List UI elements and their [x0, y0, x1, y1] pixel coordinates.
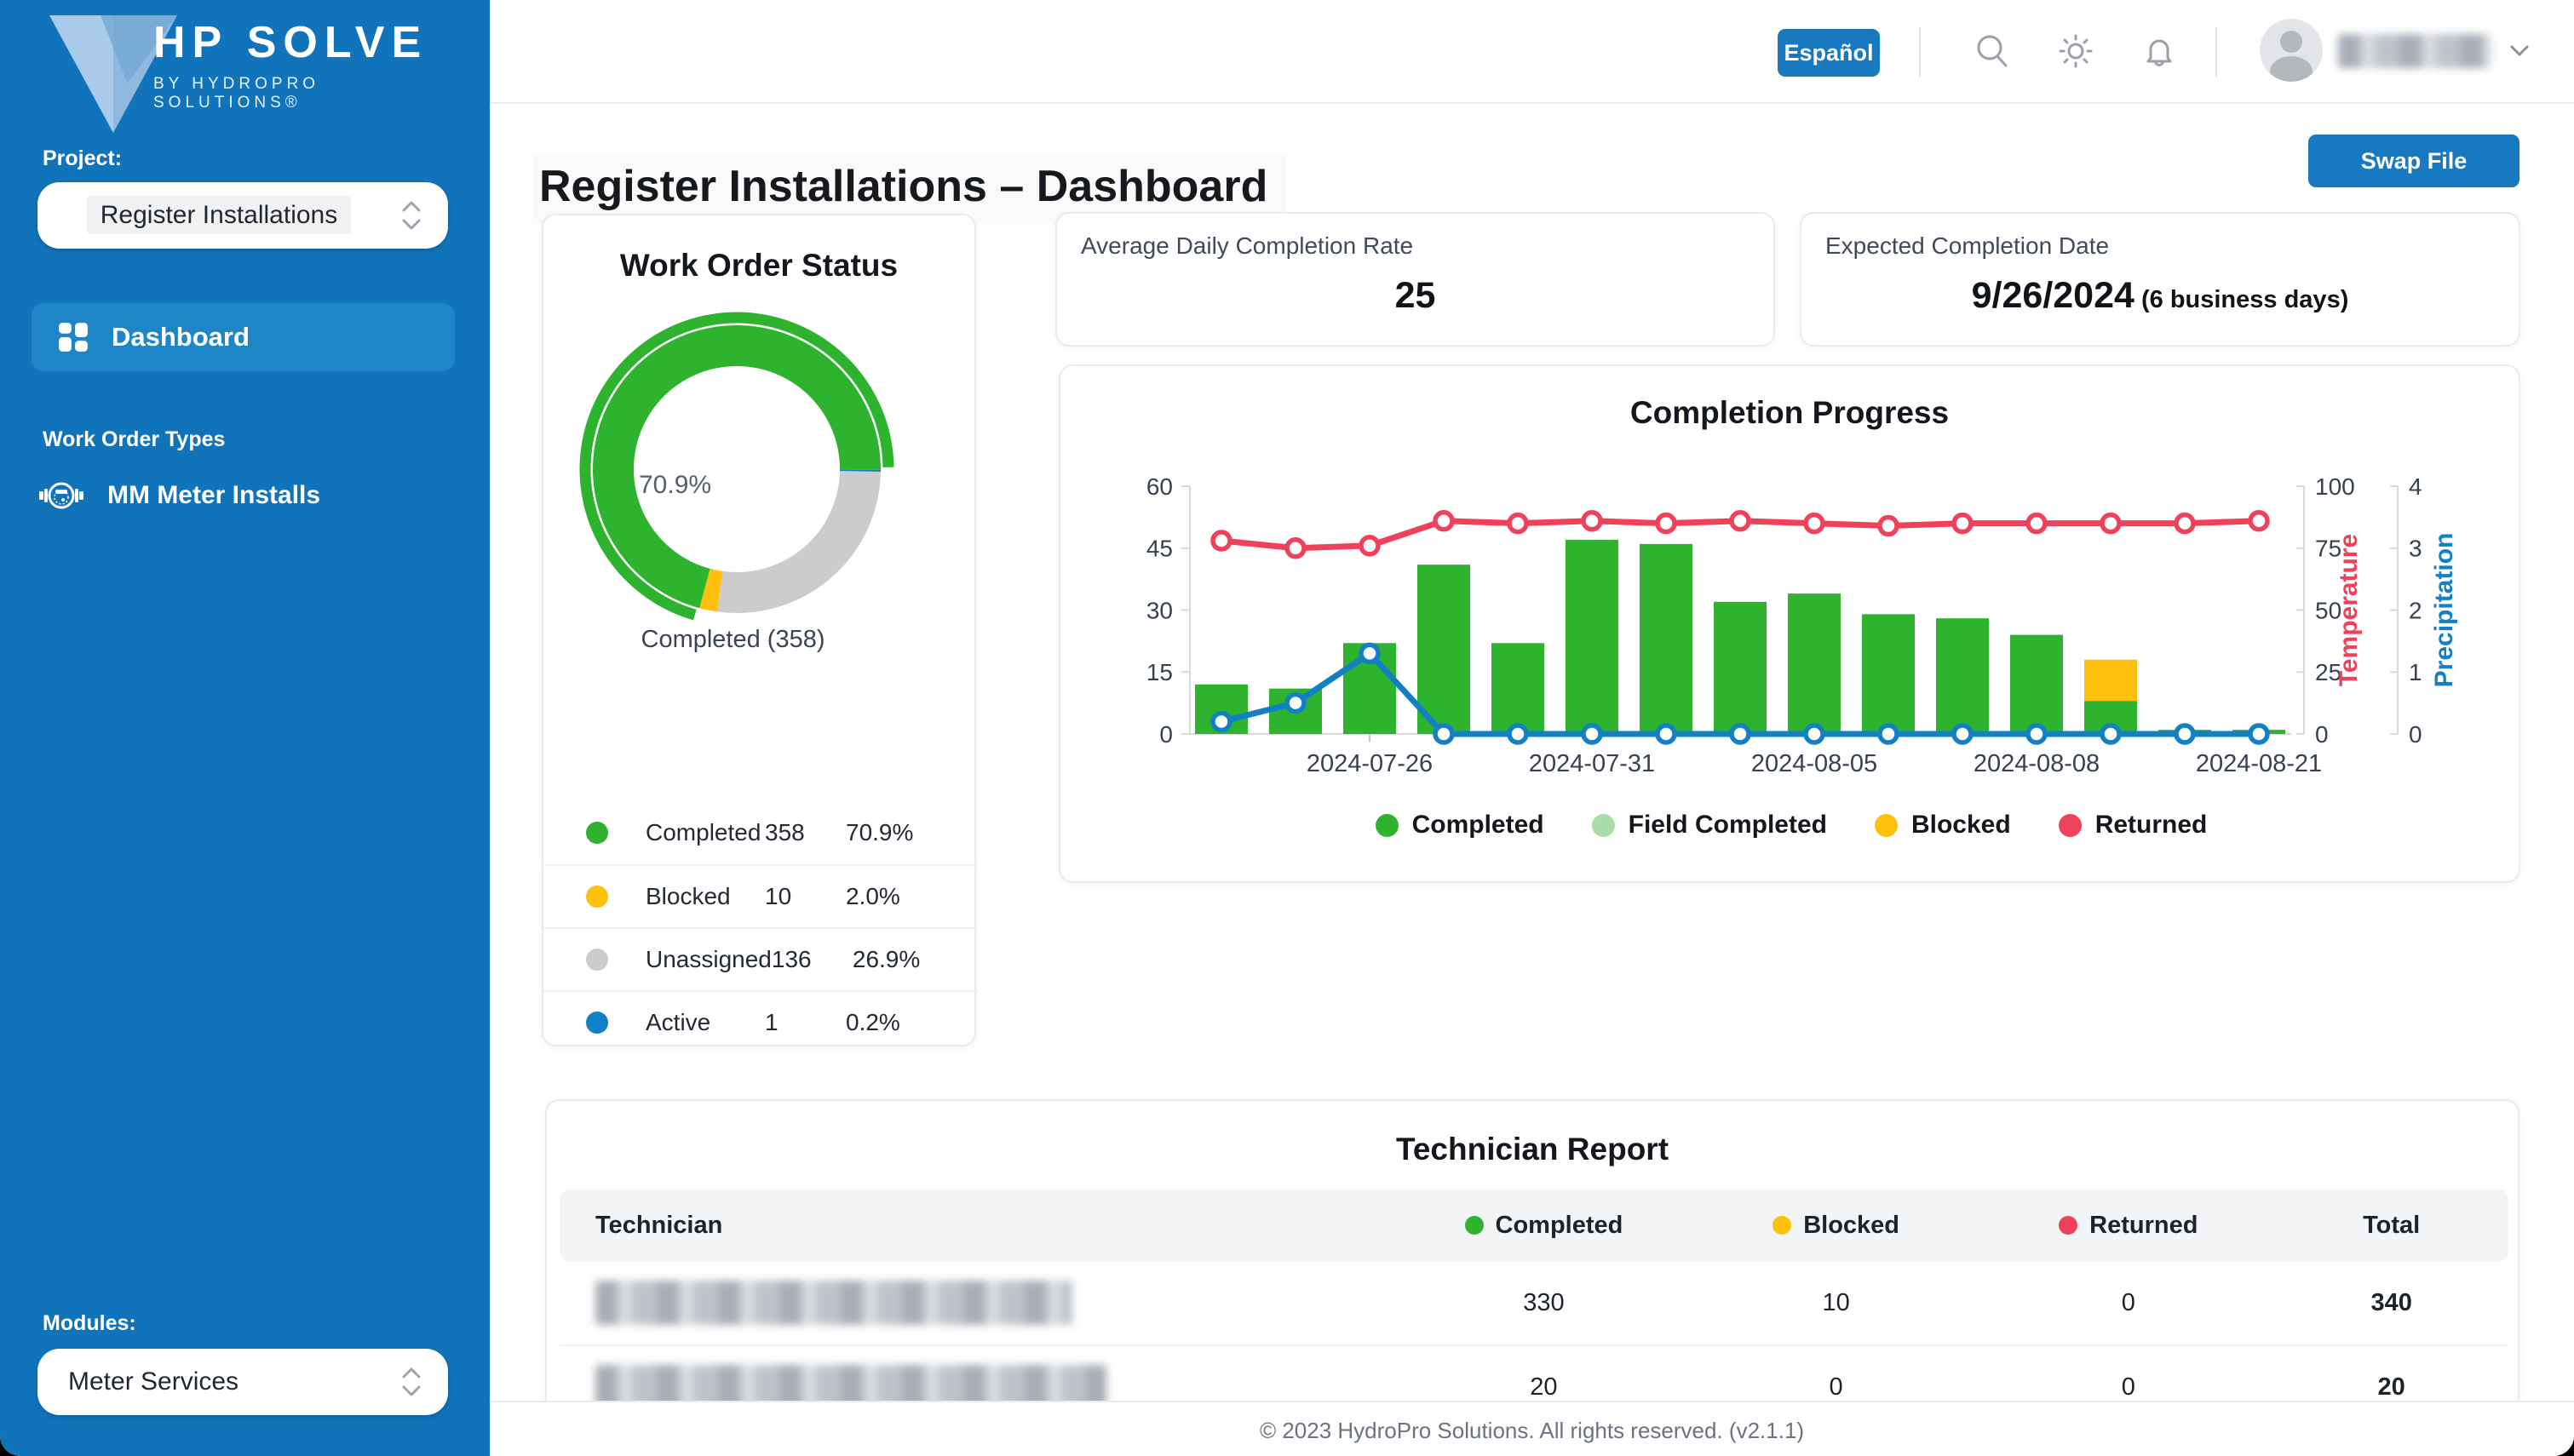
legend-item-returned[interactable]: Returned: [2058, 811, 2207, 840]
sidebar-item-dashboard[interactable]: Dashboard: [32, 303, 455, 371]
legend-dot: [1375, 813, 1399, 837]
technician-name-blurred: [560, 1281, 1398, 1325]
svg-text:30: 30: [1146, 597, 1173, 623]
app-window: HP SOLVE BY HYDROPRO SOLUTIONS® Project:…: [0, 0, 2574, 1456]
legend-item-completed[interactable]: Completed: [1375, 811, 1544, 840]
svg-text:0: 0: [1159, 721, 1173, 748]
table-row[interactable]: 330 10 0 340: [560, 1261, 2508, 1344]
svg-text:2: 2: [2409, 597, 2422, 623]
language-button[interactable]: Español: [1778, 29, 1880, 77]
svg-text:2024-07-26: 2024-07-26: [1307, 750, 1433, 777]
chevron-down-icon[interactable]: [2507, 39, 2532, 61]
topbar-divider: [1919, 27, 1921, 77]
sidebar-item-label: Dashboard: [112, 322, 250, 352]
legend-dot: [2059, 1216, 2078, 1235]
water-meter-icon: [39, 482, 83, 509]
project-select[interactable]: Register Installations: [37, 182, 448, 249]
col-technician: Technician: [595, 1211, 723, 1239]
col-returned: Returned: [1982, 1212, 2274, 1240]
technician-report-title: Technician Report: [1395, 1132, 1669, 1167]
svg-text:Precipitation: Precipitation: [2430, 533, 2458, 688]
legend-dot: [586, 886, 608, 908]
expected-date-note: (6 business days): [2134, 286, 2349, 313]
legend-dot: [1464, 1216, 1484, 1235]
logo-title: HP SOLVE: [153, 18, 428, 67]
project-select-value: Register Installations: [86, 196, 352, 234]
modules-select-value: Meter Services: [68, 1367, 239, 1396]
legend-dot: [1874, 813, 1898, 837]
svg-text:45: 45: [1146, 536, 1173, 562]
svg-text:Temperature: Temperature: [2335, 534, 2363, 687]
legend-item-field-completed[interactable]: Field Completed: [1591, 811, 1827, 840]
sidebar: HP SOLVE BY HYDROPRO SOLUTIONS® Project:…: [0, 0, 490, 1456]
expected-date-label: Expected Completion Date: [1825, 232, 2110, 259]
topbar: Español: [490, 0, 2574, 104]
avg-daily-value: 25: [1394, 275, 1436, 316]
main-content: Register Installations – Dashboard Swap …: [490, 104, 2574, 1456]
select-updown-icon: [402, 201, 421, 230]
svg-text:4: 4: [2409, 473, 2422, 500]
legend-item-blocked[interactable]: Blocked: [1874, 811, 2011, 840]
copyright-text: © 2023 HydroPro Solutions. All rights re…: [1259, 1418, 1805, 1443]
work-order-status-card: Work Order Status 70.9% Completed (358) …: [542, 214, 978, 1046]
legend-item-active[interactable]: Active 1 0.2%: [543, 990, 978, 1053]
avg-daily-completion-card: Average Daily Completion Rate 25: [1055, 212, 1775, 347]
select-updown-icon: [402, 1367, 421, 1396]
technician-table-header: Technician Completed Blocked Returned To…: [560, 1189, 2508, 1261]
legend-dot: [586, 949, 608, 971]
svg-text:15: 15: [1146, 659, 1173, 685]
legend-dot: [1772, 1216, 1792, 1235]
legend-item-unassigned[interactable]: Unassigned 136 26.9%: [543, 927, 978, 990]
work-order-types-label: Work Order Types: [43, 427, 226, 451]
completion-progress-card: Completion Progress 0 15 30 45 60 2024-07-26 2…: [1059, 364, 2520, 883]
swap-file-button[interactable]: Swap File: [2308, 135, 2519, 187]
completion-progress-legend: Completed Field Completed Blocked Return…: [1060, 811, 2522, 840]
donut-center-label: Completed (358): [641, 626, 825, 653]
project-label: Project:: [43, 146, 123, 170]
completion-progress-chart: 0153045602024-07-26 2024-07-31 2024-08-05 2…: [1146, 473, 2458, 777]
work-order-status-legend: Completed 358 70.9% Blocked 10 2.0% Unas…: [543, 801, 978, 1053]
legend-dot: [1591, 813, 1615, 837]
logo-subtitle: BY HYDROPRO SOLUTIONS®: [153, 75, 320, 112]
svg-text:0: 0: [2315, 721, 2329, 748]
svg-text:3: 3: [2409, 536, 2422, 562]
dashboard-icon: [59, 323, 88, 352]
svg-text:60: 60: [1146, 473, 1173, 500]
sidebar-item-mm-meter-installs[interactable]: MM Meter Installs: [39, 477, 320, 514]
expected-date-value: 9/26/2024 (6 business days): [1971, 275, 2349, 316]
hp-solve-logo: HP SOLVE BY HYDROPRO SOLUTIONS®: [43, 10, 451, 138]
donut-percent-label: 70.9%: [639, 471, 712, 499]
legend-dot: [2058, 813, 2082, 837]
col-completed: Completed: [1398, 1212, 1690, 1240]
expected-completion-card: Expected Completion Date 9/26/2024 (6 bu…: [1800, 212, 2520, 347]
modules-label: Modules:: [43, 1311, 136, 1335]
svg-text:2024-08-21: 2024-08-21: [2196, 750, 2322, 777]
svg-text:0: 0: [2409, 721, 2422, 748]
legend-dot: [586, 822, 608, 844]
modules-select[interactable]: Meter Services: [37, 1349, 448, 1415]
user-name-blurred[interactable]: [2338, 34, 2491, 68]
svg-text:2024-07-31: 2024-07-31: [1529, 750, 1655, 777]
svg-text:2024-08-08: 2024-08-08: [1974, 750, 2100, 777]
footer: © 2023 HydroPro Solutions. All rights re…: [490, 1401, 2574, 1456]
col-total: Total: [2363, 1211, 2421, 1239]
search-icon[interactable]: [1972, 31, 2013, 72]
svg-text:2024-08-05: 2024-08-05: [1751, 750, 1877, 777]
notifications-bell-icon[interactable]: [2139, 31, 2180, 72]
col-blocked: Blocked: [1690, 1212, 1982, 1240]
completion-progress-title: Completion Progress: [1629, 395, 1950, 430]
topbar-divider: [2215, 27, 2217, 77]
technician-table: Technician Completed Blocked Returned To…: [560, 1189, 2508, 1428]
work-order-status-donut: 70.9% Completed (358): [543, 215, 978, 760]
legend-item-blocked[interactable]: Blocked 10 2.0%: [543, 864, 978, 927]
legend-dot: [586, 1012, 608, 1034]
svg-text:100: 100: [2315, 473, 2355, 500]
avatar[interactable]: [2260, 19, 2323, 82]
svg-text:1: 1: [2409, 659, 2422, 685]
legend-item-completed[interactable]: Completed 358 70.9%: [543, 801, 978, 864]
brightness-icon[interactable]: [2055, 31, 2096, 72]
sidebar-item-label: MM Meter Installs: [107, 481, 321, 509]
avg-daily-label: Average Daily Completion Rate: [1081, 232, 1414, 259]
